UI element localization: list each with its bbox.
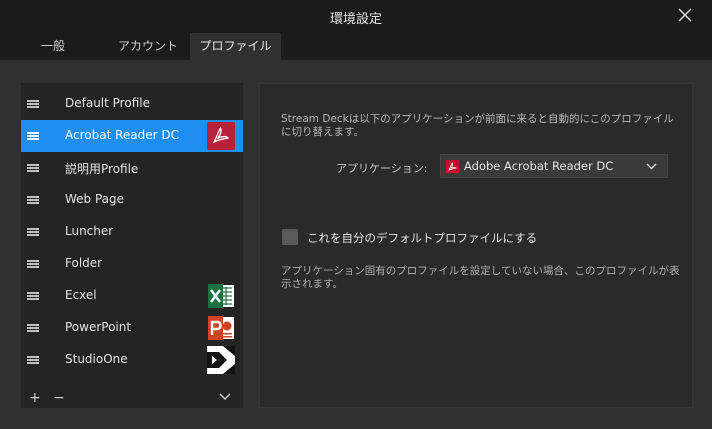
profile-list-footer: + − bbox=[21, 388, 243, 408]
window-title: 環境設定 bbox=[329, 12, 382, 27]
profile-item-acrobat[interactable]: Acrobat Reader DC bbox=[21, 120, 243, 152]
profile-label: Luncher bbox=[65, 224, 114, 238]
drag-handle-icon[interactable] bbox=[27, 228, 39, 236]
profile-item-default[interactable]: Default Profile bbox=[21, 88, 243, 120]
acrobat-icon bbox=[207, 122, 235, 150]
profile-label: 説明用Profile bbox=[65, 162, 139, 176]
close-icon[interactable] bbox=[678, 8, 692, 22]
profile-label: StudioOne bbox=[65, 352, 128, 366]
profile-detail-panel: Stream Deckは以下のアプリケーションが前面に来ると自動的にこのプロファ… bbox=[259, 83, 693, 408]
profile-label: Ecxel bbox=[65, 288, 97, 302]
profile-label: Acrobat Reader DC bbox=[65, 128, 179, 142]
profile-item-powerpoint[interactable]: PowerPoint bbox=[21, 312, 243, 344]
add-profile-button[interactable]: + bbox=[29, 388, 41, 408]
profile-item-luncher[interactable]: Luncher bbox=[21, 216, 243, 248]
profile-item-explanation[interactable]: 説明用Profile bbox=[21, 152, 243, 184]
profile-label: Web Page bbox=[65, 192, 125, 206]
acrobat-icon bbox=[446, 160, 459, 173]
application-select-value: Adobe Acrobat Reader DC bbox=[464, 159, 614, 173]
drag-handle-icon[interactable] bbox=[27, 292, 39, 300]
drag-handle-icon[interactable] bbox=[27, 356, 39, 364]
default-profile-label[interactable]: これを自分のデフォルトプロファイルにする bbox=[307, 230, 537, 246]
powerpoint-icon bbox=[208, 316, 234, 340]
tab-account[interactable]: アカウント bbox=[106, 33, 190, 60]
default-profile-checkbox[interactable] bbox=[282, 229, 298, 245]
tab-bar: 一般 アカウント プロファイル bbox=[0, 33, 712, 60]
profile-item-folder[interactable]: Folder bbox=[21, 248, 243, 280]
chevron-down-icon bbox=[646, 163, 657, 170]
chevron-down-icon[interactable] bbox=[219, 392, 231, 402]
profile-label: Default Profile bbox=[65, 96, 150, 110]
auto-switch-description: Stream Deckは以下のアプリケーションが前面に来ると自動的にこのプロファ… bbox=[281, 113, 674, 138]
drag-handle-icon[interactable] bbox=[27, 324, 39, 332]
studio-one-icon bbox=[207, 346, 235, 374]
profile-label: Folder bbox=[65, 256, 103, 270]
tab-general[interactable]: 一般 bbox=[0, 33, 106, 60]
drag-handle-icon[interactable] bbox=[27, 100, 39, 108]
profile-settings-content: Default Profile Acrobat Reader DC 説明用Pro… bbox=[0, 60, 712, 429]
default-profile-note: アプリケーション固有のプロファイルを設定していない場合、このプロファイルが表示さ… bbox=[281, 265, 680, 290]
drag-handle-icon[interactable] bbox=[27, 196, 39, 204]
tab-profile[interactable]: プロファイル bbox=[190, 33, 281, 60]
drag-handle-icon[interactable] bbox=[27, 260, 39, 268]
application-select[interactable]: Adobe Acrobat Reader DC bbox=[440, 154, 668, 178]
application-label: アプリケーション: bbox=[336, 162, 428, 175]
profile-label: PowerPoint bbox=[65, 320, 132, 334]
profile-item-studio-one[interactable]: StudioOne bbox=[21, 344, 243, 376]
excel-icon bbox=[208, 284, 234, 308]
drag-handle-icon[interactable] bbox=[27, 132, 39, 140]
profile-item-excel[interactable]: Ecxel bbox=[21, 280, 243, 312]
profile-item-web-page[interactable]: Web Page bbox=[21, 184, 243, 216]
title-bar: 環境設定 bbox=[0, 0, 712, 31]
remove-profile-button[interactable]: − bbox=[53, 388, 65, 408]
drag-handle-icon[interactable] bbox=[27, 164, 39, 172]
profile-list: Default Profile Acrobat Reader DC 説明用Pro… bbox=[21, 83, 243, 408]
